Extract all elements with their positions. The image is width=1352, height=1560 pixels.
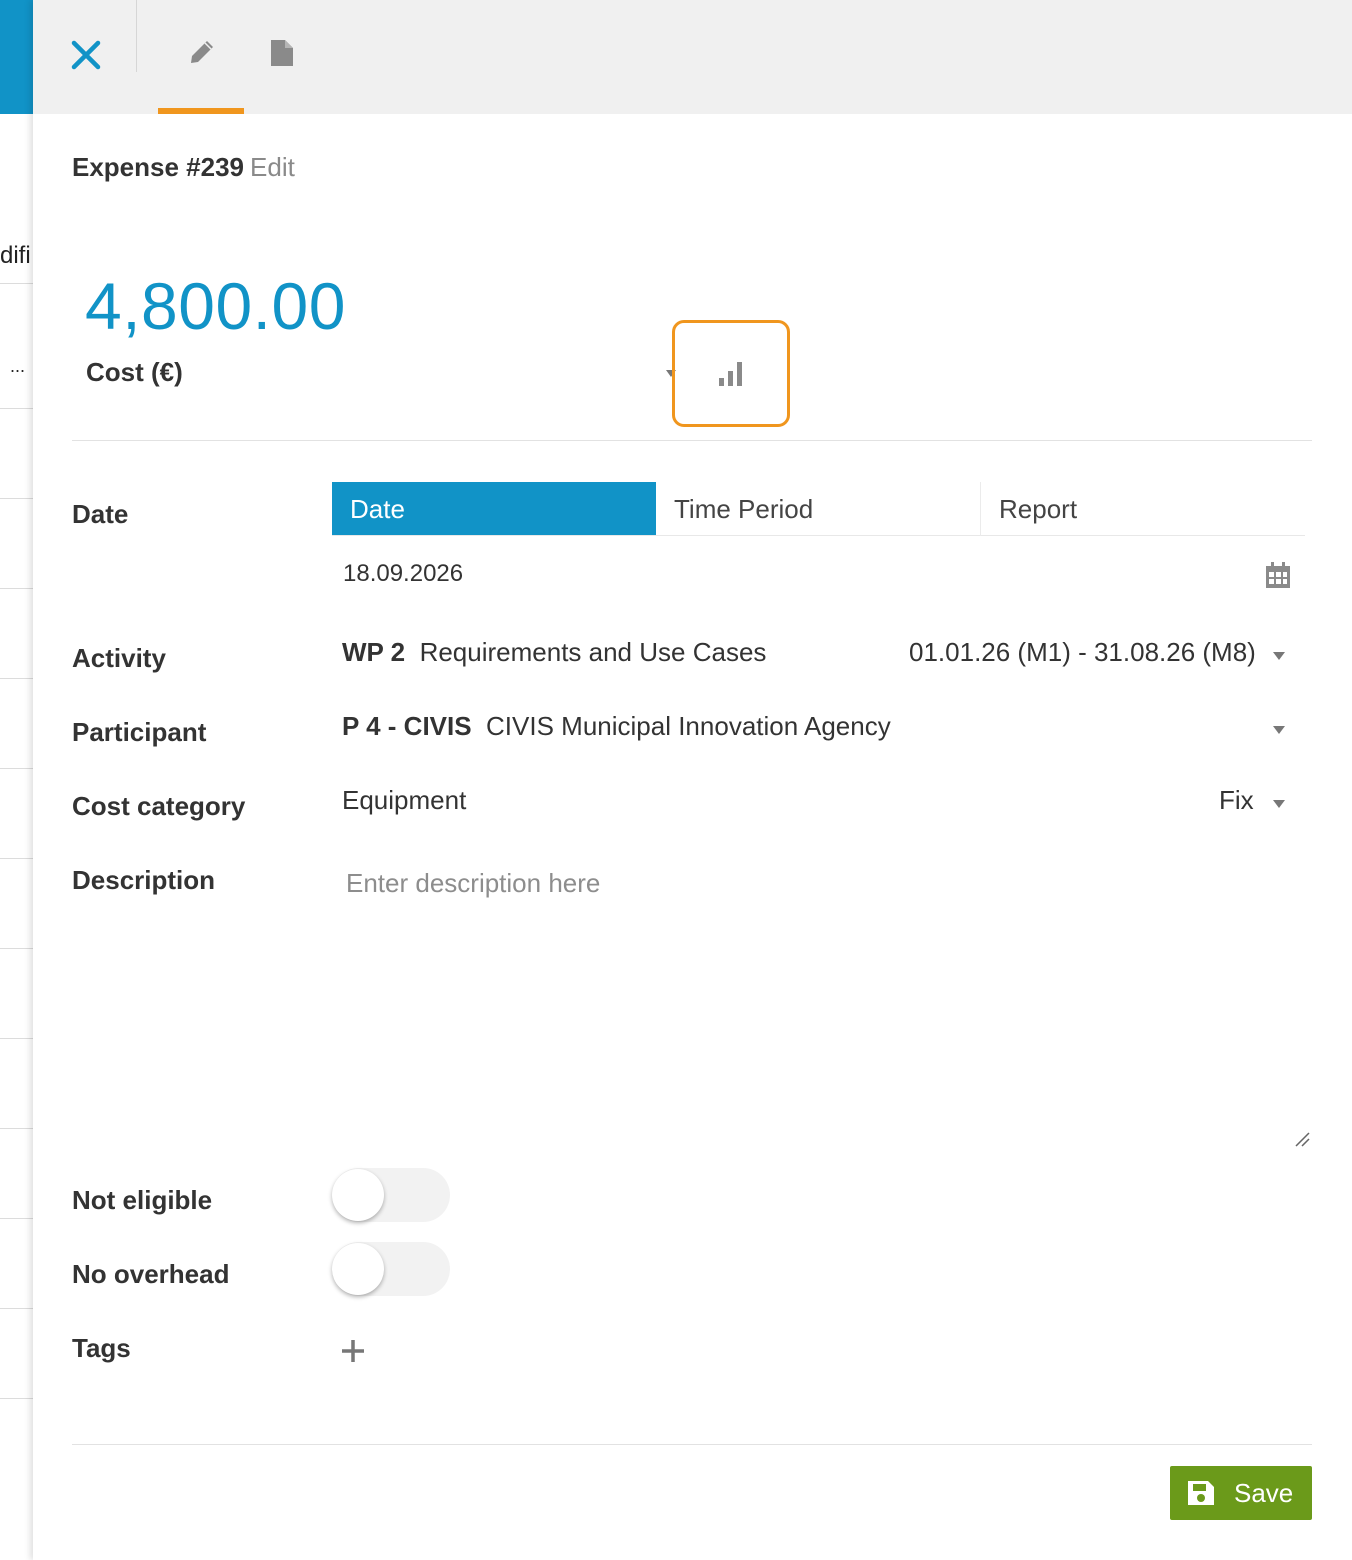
background-divider [0,283,34,284]
expense-number: Expense #239 [72,152,245,182]
activity-code: WP 2 [342,637,406,667]
tab-document[interactable] [269,38,307,70]
no-overhead-label: No overhead [72,1259,230,1289]
cost-category-select[interactable]: Equipment [342,785,466,816]
calendar-icon [1266,562,1290,588]
activity-name: Requirements and Use Cases [419,637,767,667]
background-divider [0,1038,34,1039]
background-divider [0,1218,34,1219]
toggle-knob [332,1243,384,1295]
floppy-disk-icon [1188,1481,1214,1505]
background-app-header [0,0,34,114]
save-button-label: Save [1234,1478,1294,1508]
cost-amount[interactable]: 4,800.00 [85,268,346,344]
close-button[interactable] [69,38,103,72]
background-divider [0,678,34,679]
date-label: Date [72,499,129,529]
chart-button[interactable] [672,320,790,427]
background-ellipsis: ... [10,356,26,376]
footer-divider [72,1444,1312,1445]
resize-handle-icon[interactable] [1293,1130,1311,1148]
tab-edit[interactable] [158,0,244,114]
panel-toolbar [33,0,1352,114]
background-divider [0,768,34,769]
date-option-date[interactable]: Date [332,482,656,536]
active-tab-indicator [158,108,244,114]
no-overhead-toggle[interactable] [332,1242,450,1296]
close-icon [71,40,101,70]
not-eligible-toggle[interactable] [332,1168,450,1222]
background-divider [0,1398,34,1399]
background-app: difi ... [0,0,34,1560]
description-textarea[interactable] [332,852,1312,1148]
participant-dropdown-icon[interactable] [1273,726,1285,734]
activity-range: 01.01.26 (M1) - 31.08.26 (M8) [909,637,1256,667]
date-input[interactable]: 18.09.2026 [343,560,463,588]
background-text: difi [0,242,31,269]
toolbar-divider [136,0,137,72]
background-divider [0,408,34,409]
background-divider [0,948,34,949]
save-button[interactable]: Save [1170,1466,1312,1520]
date-mode-selector: Date Time Period Report [332,482,1305,536]
date-option-report[interactable]: Report [981,482,1305,536]
participant-select[interactable]: P 4 - CIVIS CIVIS Municipal Innovation A… [342,711,891,742]
add-tag-button[interactable] [340,1338,366,1369]
section-divider [72,440,1312,441]
cost-category-label: Cost category [72,791,246,821]
plus-icon [342,1340,364,1362]
cost-label: Cost (€) [86,357,183,387]
document-icon [271,40,293,66]
background-divider [0,1128,34,1129]
cost-category-type: Fix [1219,785,1254,815]
activity-dropdown-icon[interactable] [1273,652,1285,660]
pencil-icon [191,41,213,63]
tags-label: Tags [72,1333,131,1363]
date-option-time-period[interactable]: Time Period [656,482,981,536]
activity-select[interactable]: WP 2 Requirements and Use Cases [342,637,766,668]
not-eligible-label: Not eligible [72,1185,213,1215]
calendar-button[interactable] [1265,562,1291,594]
participant-name: CIVIS Municipal Innovation Agency [486,711,891,741]
background-divider [0,498,34,499]
background-divider [0,588,34,589]
background-divider [0,858,34,859]
page-title: Expense #239 Edit [72,152,295,183]
toggle-knob [332,1169,384,1221]
participant-code: P 4 - CIVIS [342,711,472,741]
expense-edit-panel: Expense #239 Edit 4,800.00 Cost (€) Date … [33,0,1352,1560]
activity-label: Activity [72,643,166,673]
cost-category-dropdown-icon[interactable] [1273,800,1285,808]
description-label: Description [72,865,216,895]
title-mode: Edit [250,152,295,182]
background-divider [0,1308,34,1309]
participant-label: Participant [72,717,207,747]
